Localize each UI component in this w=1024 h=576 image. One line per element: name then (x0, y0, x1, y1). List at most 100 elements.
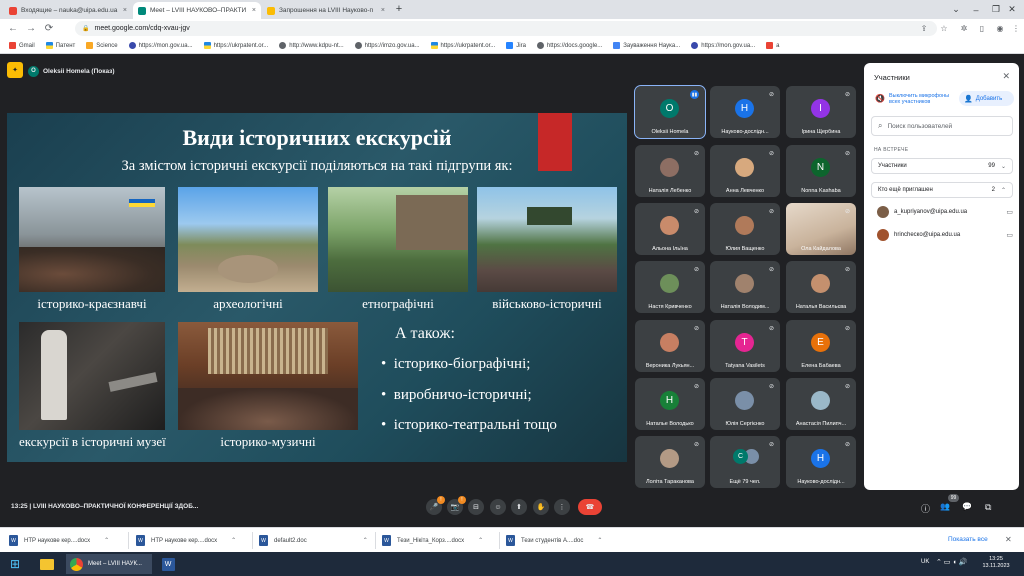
mic-button[interactable]: 🎤! (426, 496, 445, 515)
chevron-up-icon[interactable]: ⌃ (597, 537, 602, 544)
captions-button[interactable]: ⊟ (468, 499, 484, 515)
sidebar-icon[interactable]: ▯ (976, 22, 988, 34)
close-icon[interactable]: × (123, 7, 127, 14)
extensions-icon[interactable]: ✲ (958, 22, 970, 34)
mic-off-icon: ⊘ (693, 326, 699, 332)
add-people-button[interactable]: 👤 Добавить (959, 91, 1014, 106)
close-downloads-button[interactable]: ✕ (1005, 535, 1012, 544)
tray-icons[interactable]: ⌃ ▭ ◖ 🔊 (936, 558, 967, 566)
close-icon[interactable]: × (381, 7, 385, 14)
participant-tile[interactable]: N ⊘ Nonna Kashaba (786, 145, 856, 197)
participant-tile[interactable]: ⊘ Наталія Лебенко (635, 145, 705, 197)
participant-tile[interactable]: ⊘ Ола Кайдалова (786, 203, 856, 255)
bookmark-item[interactable]: https://mon.gov.ua... (688, 42, 761, 49)
invited-person[interactable]: a_kupriyanov@uipa.edu.ua ▭ (877, 205, 1013, 219)
mute-all-button[interactable]: 🔇 Выключить микрофоны всех участников (871, 89, 957, 109)
star-icon[interactable]: ☆ (938, 22, 950, 34)
people-icon[interactable]: 👥 (940, 502, 950, 511)
download-item[interactable]: W НТР наукове кер....docx ⌃ (136, 533, 236, 548)
word-icon[interactable]: W (158, 554, 178, 574)
bookmark-item[interactable]: Science (83, 42, 123, 49)
camera-button[interactable]: 📷! (447, 496, 466, 515)
language-indicator[interactable]: UK (921, 559, 929, 565)
close-window-button[interactable]: ✕ (998, 0, 1024, 19)
participant-tile[interactable]: ⊘ Вероника Лукьян... (635, 320, 705, 372)
emoji-button[interactable]: ☺ (490, 499, 506, 515)
participant-tile[interactable]: ⊘ Анна Левченко (710, 145, 780, 197)
bookmark-item[interactable]: Jira (503, 42, 532, 49)
participant-tile[interactable]: ⊘ Настя Кривченко (635, 261, 705, 313)
bookmark-item[interactable]: https://docs.google... (534, 42, 608, 49)
participant-name: Наталье Володько (646, 421, 694, 427)
people-search-input[interactable]: ⌕ Поиск пользователей (871, 116, 1013, 136)
bookmark-item[interactable]: Зауваження Наука... (610, 42, 686, 49)
bookmark-item[interactable]: http://www.kdpu-nt... (276, 42, 349, 49)
close-panel-button[interactable]: ✕ (1002, 71, 1010, 82)
leave-call-button[interactable]: ☎ (578, 499, 602, 515)
tab-invitation[interactable]: Запрошення на LVIII Науково-п × (262, 2, 390, 19)
participant-tile[interactable]: ⊘ Юлія Сергієнко (710, 378, 780, 430)
system-clock[interactable]: 13:25 13.11.2023 (976, 556, 1016, 570)
chevron-up-icon[interactable]: ⌃ (363, 537, 368, 544)
also-item: • виробничо-історичні; (381, 387, 532, 403)
participant-tile[interactable]: Н ⊘ Наталье Володько (635, 378, 705, 430)
address-bar[interactable]: 🔒 meet.google.com/cdq-xvau-jgv (75, 21, 937, 36)
download-item[interactable]: Wdefault2.doc ⌃ (259, 533, 368, 548)
bookmark-item[interactable]: https://imzo.gov.ua... (352, 42, 426, 49)
chevron-up-icon[interactable]: ⌃ (231, 537, 236, 544)
download-item[interactable]: W Тези_Нікіта_Корз....docx ⌃ (382, 533, 483, 548)
bookmark-item[interactable]: https://ukrpatent.or... (201, 42, 275, 49)
menu-icon[interactable]: ⋮ (1010, 22, 1022, 34)
forward-button[interactable]: → (24, 21, 38, 35)
participant-tile[interactable]: ⊘ Наталія Володим... (710, 261, 780, 313)
participants-group[interactable]: Участники 99 ⌄ (871, 158, 1013, 174)
raise-hand-button[interactable]: ✋ (533, 499, 549, 515)
tab-meet[interactable]: Meet – LVIII НАУКОВО–ПРАКТИ × (133, 2, 261, 19)
participant-tile[interactable]: T ⊘ Tatyana Vasilets (710, 320, 780, 372)
message-icon[interactable]: ▭ (1006, 231, 1013, 239)
participant-tile[interactable]: Н ⊘ Науково-дослідн... (710, 86, 780, 138)
share-icon[interactable]: ⇪ (918, 22, 930, 34)
chat-icon[interactable]: 💬 (962, 502, 972, 511)
participant-tile[interactable]: ⊘ Лоліта Тараканова (635, 436, 705, 488)
invited-group[interactable]: Кто ещё приглашен 2 ⌃ (871, 182, 1013, 198)
activities-panel-icon[interactable]: ⧉ (985, 502, 991, 513)
more-options-button[interactable]: ⋮ (554, 499, 570, 515)
bookmark-item[interactable]: Патент (43, 42, 82, 49)
tab-gmail[interactable]: Входящие – nauka@uipa.edu.ua × (4, 2, 132, 19)
message-icon[interactable]: ▭ (1006, 208, 1013, 216)
start-button[interactable]: ⊞ (4, 554, 26, 574)
info-icon[interactable]: ⓘ (921, 502, 930, 515)
taskbar-chrome[interactable]: Meet – LVIII НАУК... (66, 554, 152, 574)
download-item[interactable]: W НТР наукове кер....docx ⌃ (9, 533, 109, 548)
new-tab-button[interactable]: + (392, 2, 406, 16)
participant-tile[interactable]: O ▮▮ Oleksii Homela (634, 85, 706, 139)
photo-ethnography (328, 187, 468, 292)
participant-tile[interactable]: І ⊘ Ірина Щербина (786, 86, 856, 138)
in-meeting-heading: НА ВСТРЕЧЕ (874, 147, 909, 153)
activities-icon[interactable]: ✦ (7, 62, 23, 78)
participant-tile[interactable]: ⊘ Юлия Ващенко (710, 203, 780, 255)
reload-button[interactable]: ⟳ (42, 21, 56, 35)
download-item[interactable]: W Тези студентів А....doc ⌃ (506, 533, 602, 548)
show-all-downloads-button[interactable]: Показать все (948, 536, 988, 543)
chevron-up-icon[interactable]: ⌃ (104, 537, 109, 544)
bookmark-item[interactable]: Gmail (6, 42, 41, 49)
group-label: Участники (878, 163, 907, 169)
close-icon[interactable]: × (252, 7, 256, 14)
bookmark-item[interactable]: https://mon.gov.ua... (126, 42, 199, 49)
participant-tile[interactable]: Н ⊘ Науково-дослідн... (786, 436, 856, 488)
participant-tile[interactable]: ⊘ Наталья Васильєва (786, 261, 856, 313)
file-explorer-icon[interactable] (36, 554, 58, 574)
participant-tile[interactable]: ⊘ Анастасія Пилипч... (786, 378, 856, 430)
participant-tile[interactable]: ⊘ Альона Ільїна (635, 203, 705, 255)
participant-tile[interactable]: С ⊘ Ещё 79 чел. (710, 436, 780, 488)
chevron-up-icon[interactable]: ⌃ (478, 537, 483, 544)
back-button[interactable]: ← (6, 21, 20, 35)
bookmark-item[interactable]: https://ukrpatent.or... (428, 42, 502, 49)
profile-icon[interactable]: ◉ (994, 22, 1006, 34)
invited-person[interactable]: hrincheско@uipa.edu.ua ▭ (877, 228, 1013, 242)
bookmark-item[interactable]: a (763, 42, 785, 49)
present-button[interactable]: ⬆ (511, 499, 527, 515)
participant-tile[interactable]: Е ⊘ Елена Бабаева (786, 320, 856, 372)
